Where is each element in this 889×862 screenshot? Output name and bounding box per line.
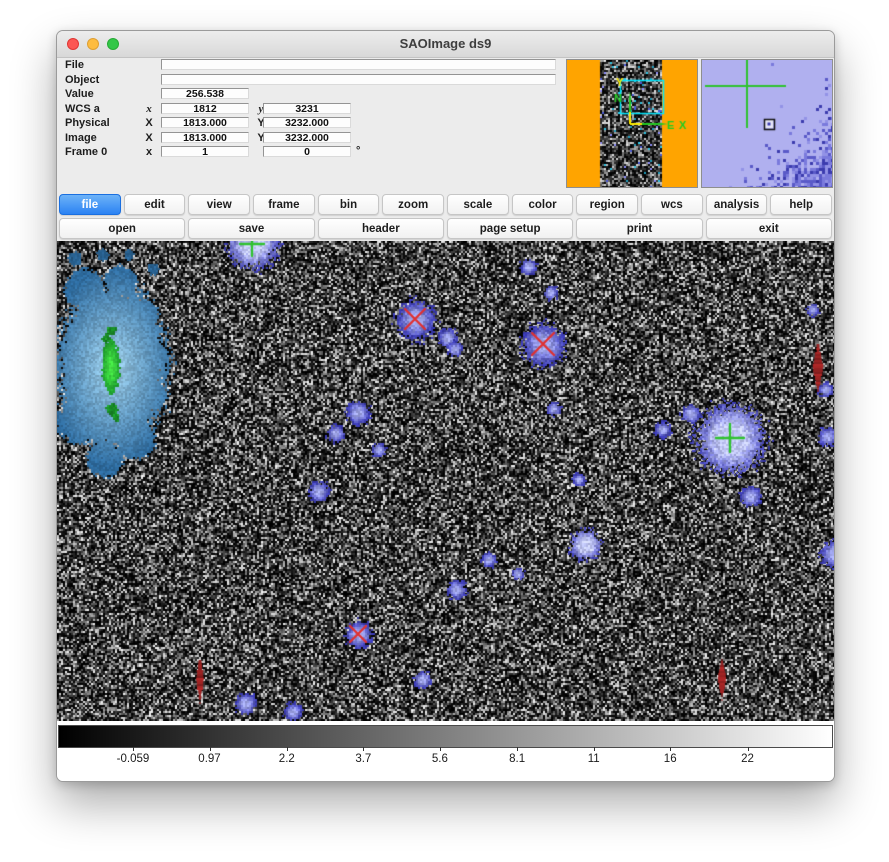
menu-scale[interactable]: scale xyxy=(447,194,509,215)
colorbar-tick-label: 8.1 xyxy=(509,753,525,765)
wcs-label: WCS a xyxy=(65,103,100,116)
desktop: SAOImage ds9 File Object Value 256.538 W… xyxy=(0,0,889,862)
image-x-field[interactable]: 1813.000 xyxy=(161,132,249,143)
menu-zoom[interactable]: zoom xyxy=(382,194,444,215)
colorbar-tick-label: 2.2 xyxy=(279,753,295,765)
colorbar-tick-label: -0.059 xyxy=(117,753,150,765)
colorbar-tick xyxy=(133,747,134,751)
colorbar-tick-label: 16 xyxy=(664,753,677,765)
physical-y-field[interactable]: 3232.000 xyxy=(263,117,351,128)
value-field[interactable]: 256.538 xyxy=(161,88,249,99)
save-button[interactable]: save xyxy=(188,218,314,239)
panner-preview[interactable] xyxy=(566,59,698,188)
menu-file[interactable]: file xyxy=(59,194,121,215)
wcs-x-field[interactable]: 1812 xyxy=(161,103,249,114)
menu-help[interactable]: help xyxy=(770,194,832,215)
titlebar[interactable]: SAOImage ds9 xyxy=(57,31,834,58)
physical-x-field[interactable]: 1813.000 xyxy=(161,117,249,128)
window-title: SAOImage ds9 xyxy=(57,36,834,51)
menu-color[interactable]: color xyxy=(512,194,574,215)
value-label: Value xyxy=(65,88,94,101)
main-image-canvas[interactable] xyxy=(57,241,834,721)
menu-edit[interactable]: edit xyxy=(124,194,186,215)
frame-label: Frame 0 xyxy=(65,146,107,159)
frame-zoom-field[interactable]: 1 xyxy=(161,146,249,157)
menu-wcs[interactable]: wcs xyxy=(641,194,703,215)
image-x-letter: X xyxy=(141,132,157,145)
colorbar-tick-label: 11 xyxy=(588,753,600,765)
wcs-y-field[interactable]: 3231 xyxy=(263,103,351,114)
file-submenu-bar: open save header page setup print exit xyxy=(59,218,832,239)
ds9-window: SAOImage ds9 File Object Value 256.538 W… xyxy=(56,30,835,782)
file-label: File xyxy=(65,59,84,72)
colorbar-tick-label: 5.6 xyxy=(432,753,448,765)
image-label: Image xyxy=(65,132,97,145)
colorbar-tick xyxy=(210,747,211,751)
colorbar-tick xyxy=(670,747,671,751)
colorbar[interactable] xyxy=(58,725,833,748)
menu-region[interactable]: region xyxy=(576,194,638,215)
colorbar-tick xyxy=(440,747,441,751)
image-y-field[interactable]: 3232.000 xyxy=(263,132,351,143)
colorbar-panel: -0.059 0.97 2.2 3.7 5.6 8.1 11 16 22 xyxy=(57,721,834,781)
magnifier-preview[interactable] xyxy=(701,59,833,188)
physical-label: Physical xyxy=(65,117,110,130)
object-label: Object xyxy=(65,74,99,87)
frame-x-letter: x xyxy=(141,146,157,159)
colorbar-tick xyxy=(594,747,595,751)
colorbar-tick-label: 3.7 xyxy=(355,753,371,765)
print-button[interactable]: print xyxy=(576,218,702,239)
colorbar-tick-label: 22 xyxy=(741,753,754,765)
frame-rotation-field[interactable]: 0 xyxy=(263,146,351,157)
exit-button[interactable]: exit xyxy=(706,218,832,239)
colorbar-tick xyxy=(363,747,364,751)
header-button[interactable]: header xyxy=(318,218,444,239)
object-field[interactable] xyxy=(161,74,556,85)
page-setup-button[interactable]: page setup xyxy=(447,218,573,239)
menu-analysis[interactable]: analysis xyxy=(706,194,768,215)
menu-view[interactable]: view xyxy=(188,194,250,215)
colorbar-tick xyxy=(748,747,749,751)
physical-x-letter: X xyxy=(141,117,157,130)
colorbar-ticks: -0.059 0.97 2.2 3.7 5.6 8.1 11 16 22 xyxy=(58,747,831,773)
menu-bin[interactable]: bin xyxy=(318,194,380,215)
menu-frame[interactable]: frame xyxy=(253,194,315,215)
colorbar-tick xyxy=(517,747,518,751)
file-field[interactable] xyxy=(161,59,556,70)
menu-bar: file edit view frame bin zoom scale colo… xyxy=(59,194,832,215)
open-button[interactable]: open xyxy=(59,218,185,239)
degree-symbol: ° xyxy=(356,145,360,157)
colorbar-tick xyxy=(287,747,288,751)
colorbar-tick-label: 0.97 xyxy=(198,753,220,765)
wcs-x-letter: x xyxy=(141,103,157,116)
